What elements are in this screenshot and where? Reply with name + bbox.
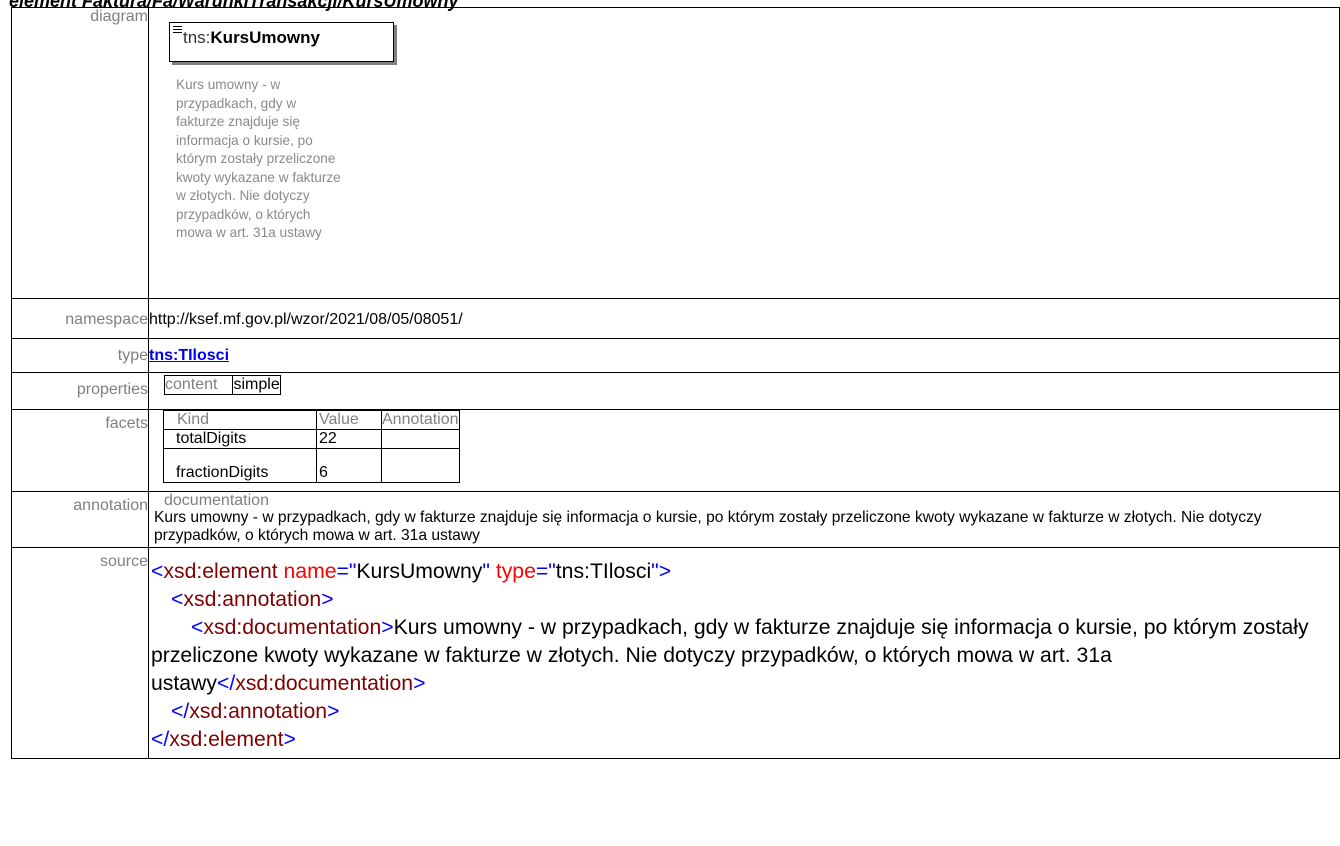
diagram-element-box[interactable]: tns:KursUmowny — [169, 22, 394, 62]
row-annotation: annotation documentation Kurs umowny - w… — [11, 491, 1340, 548]
row-namespace: namespace http://ksef.mf.gov.pl/wzor/202… — [11, 298, 1340, 339]
xsd-source-code: <xsd:element name="KursUmowny" type="tns… — [149, 548, 1339, 758]
properties-table: content simple — [163, 375, 281, 395]
label-facets: facets — [11, 409, 149, 492]
row-facets: facets Kind Value Annotation totalDigits… — [11, 409, 1340, 492]
property-key: content — [163, 375, 234, 395]
source-line-documentation: <xsd:documentation>Kurs umowny - w przyp… — [151, 616, 1309, 695]
content-lines-icon — [173, 26, 182, 33]
facet-value: 6 — [316, 448, 382, 483]
source-line-element-open: <xsd:element name="KursUmowny" type="tns… — [151, 560, 672, 583]
element-doc-table: diagram tns:KursUmowny Kurs umowny - w p… — [11, 7, 1340, 759]
facets-header-annotation: Annotation — [381, 410, 460, 430]
facet-row: totalDigits 22 — [163, 429, 460, 449]
annotation-text: Kurs umowny - w przypadkach, gdy w faktu… — [154, 509, 1262, 544]
label-properties: properties — [11, 372, 149, 410]
label-type: type — [11, 338, 149, 373]
label-source: source — [11, 547, 149, 759]
source-line-annotation-open: <xsd:annotation> — [171, 588, 334, 611]
diagram-element-name: KursUmowny — [210, 28, 320, 47]
property-value: simple — [232, 375, 281, 395]
label-diagram: diagram — [11, 7, 149, 299]
source-line-element-close: </xsd:element> — [151, 728, 296, 751]
label-namespace: namespace — [11, 298, 149, 339]
diagram-documentation: Kurs umowny - w przypadkach, gdy w faktu… — [176, 77, 341, 240]
label-annotation: annotation — [11, 491, 149, 548]
facet-row: fractionDigits 6 — [163, 448, 460, 483]
annotation-header: documentation — [164, 492, 269, 509]
row-properties: properties content simple — [11, 372, 1340, 410]
element-diagram: tns:KursUmowny Kurs umowny - w przypadka… — [149, 8, 1339, 298]
facets-header-row: Kind Value Annotation — [163, 410, 460, 430]
row-source: source <xsd:element name="KursUmowny" ty… — [11, 547, 1340, 759]
facets-table: Kind Value Annotation totalDigits 22 fra… — [163, 410, 460, 483]
namespace-value: http://ksef.mf.gov.pl/wzor/2021/08/05/08… — [148, 298, 1340, 339]
diagram-prefix: tns: — [183, 28, 211, 47]
source-line-annotation-close: </xsd:annotation> — [171, 700, 340, 723]
facet-value: 22 — [316, 429, 382, 449]
facet-kind: totalDigits — [163, 429, 317, 449]
row-diagram: diagram tns:KursUmowny Kurs umowny - w p… — [11, 7, 1340, 299]
type-link[interactable]: tns:TIlosci — [149, 347, 229, 364]
facets-header-kind: Kind — [163, 410, 317, 430]
row-type: type tns:TIlosci — [11, 338, 1340, 373]
facet-kind: fractionDigits — [163, 448, 317, 483]
facets-header-value: Value — [316, 410, 382, 430]
